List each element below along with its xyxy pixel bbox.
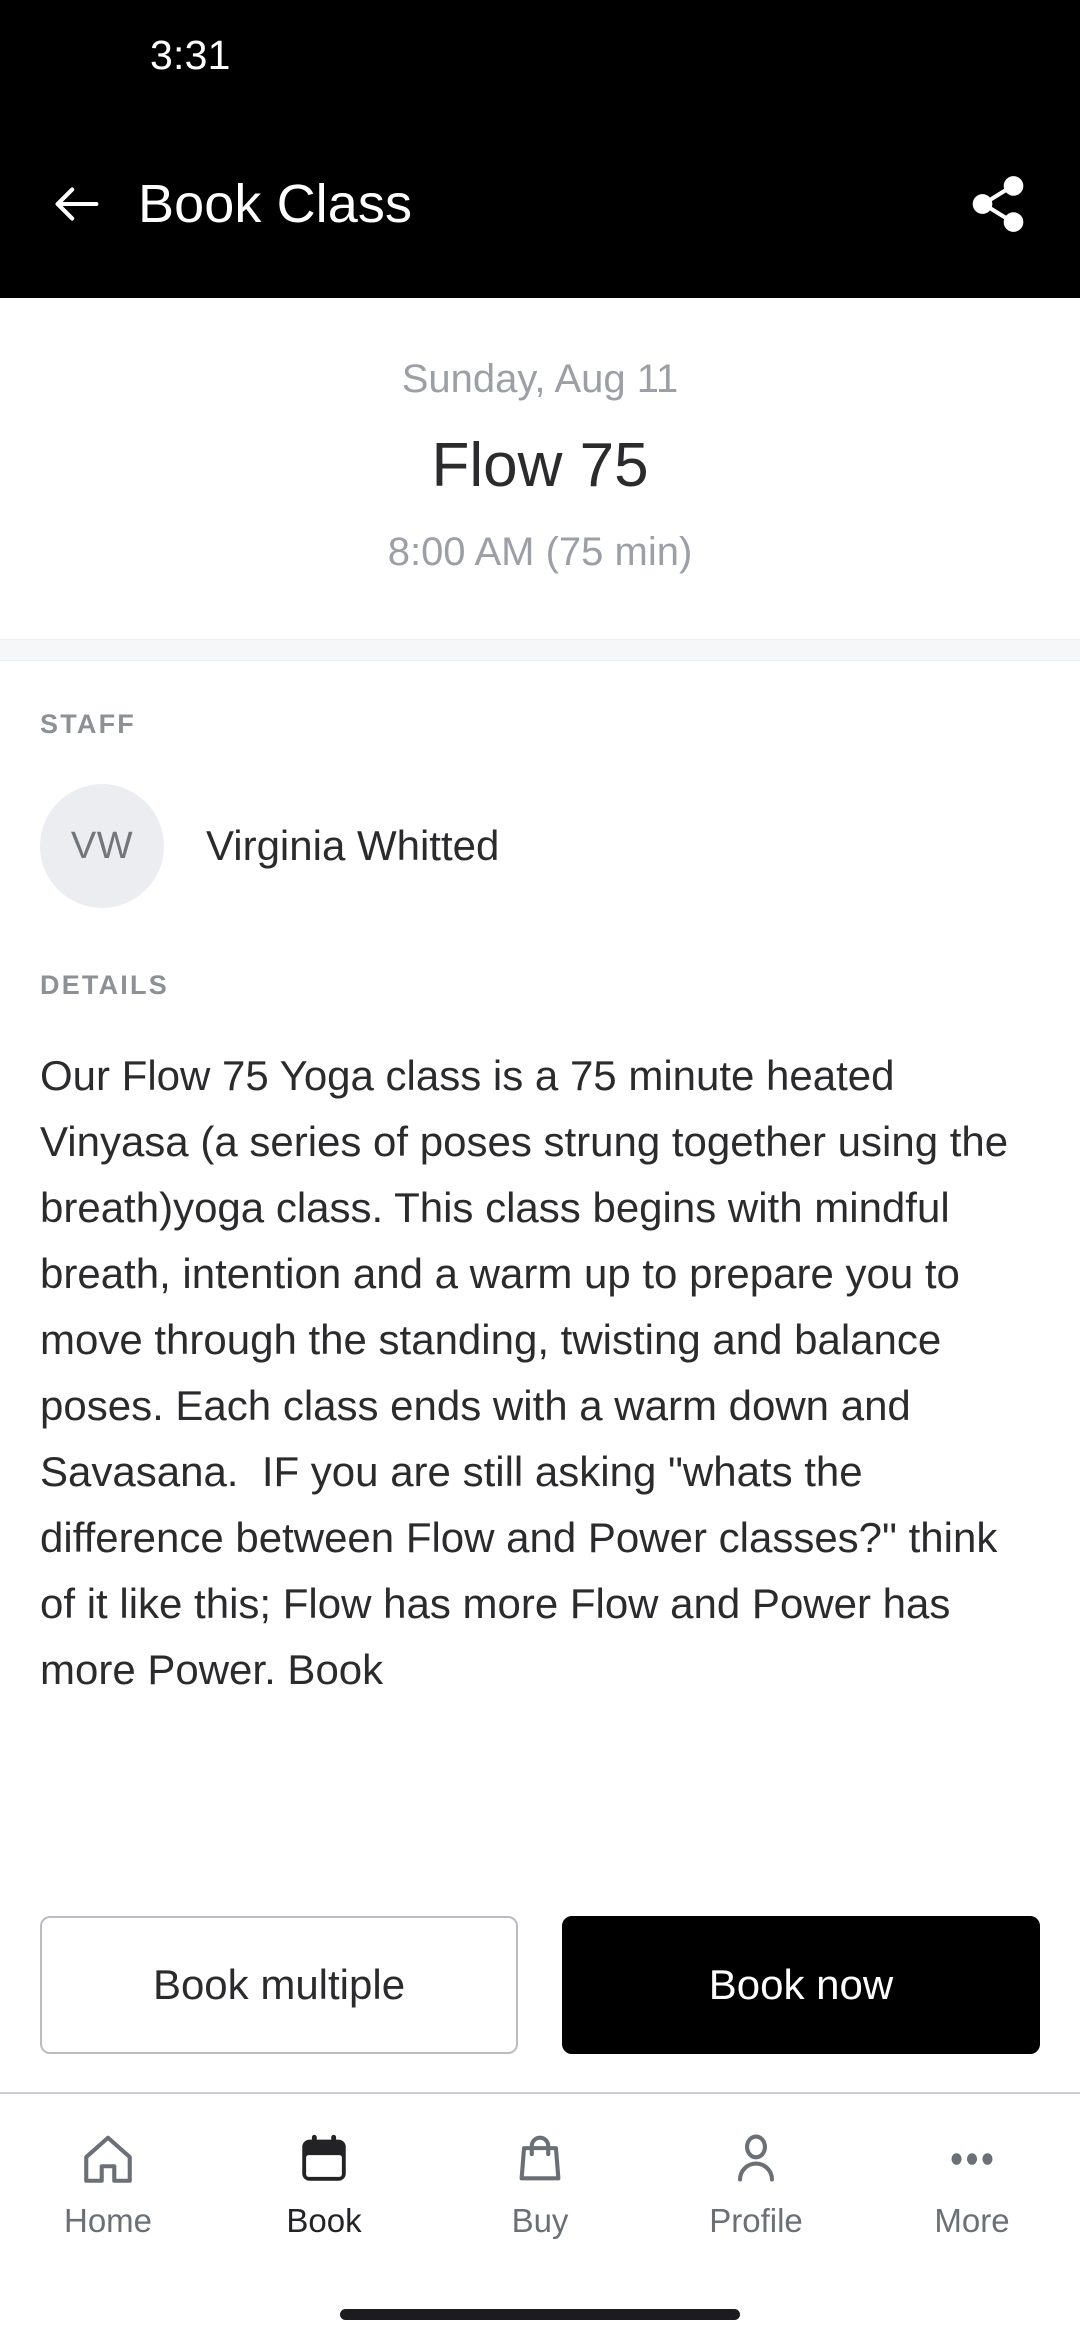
staff-section: STAFF VW Virginia Whitted bbox=[0, 661, 1080, 909]
app-bar: Book Class bbox=[0, 110, 1080, 298]
home-indicator[interactable] bbox=[340, 2308, 740, 2320]
book-now-button[interactable]: Book now bbox=[562, 1916, 1040, 2054]
avatar-initials: VW bbox=[70, 824, 134, 867]
status-bar: 3:31 bbox=[0, 0, 1080, 110]
details-section: DETAILS Our Flow 75 Yoga class is a 75 m… bbox=[0, 908, 1080, 1888]
nav-item-profile[interactable]: Profile bbox=[648, 2128, 864, 2240]
status-bar-clock: 3:31 bbox=[150, 31, 231, 78]
class-date: Sunday, Aug 11 bbox=[401, 357, 679, 401]
back-button[interactable] bbox=[48, 171, 114, 237]
book-multiple-button[interactable]: Book multiple bbox=[40, 1916, 518, 2054]
details-section-label: DETAILS bbox=[40, 970, 169, 1001]
nav-item-home[interactable]: Home bbox=[0, 2128, 216, 2240]
ellipsis-icon bbox=[943, 2128, 1001, 2190]
staff-section-label: STAFF bbox=[40, 709, 136, 740]
class-header: Sunday, Aug 11 Flow 75 8:00 AM (75 min) bbox=[0, 298, 1080, 640]
nav-item-more[interactable]: More bbox=[864, 2128, 1080, 2240]
class-name: Flow 75 bbox=[431, 431, 649, 500]
details-body-text: Our Flow 75 Yoga class is a 75 minute he… bbox=[40, 1052, 1020, 1694]
nav-label-book: Book bbox=[286, 2202, 362, 2239]
gesture-area bbox=[0, 2288, 1080, 2340]
share-icon bbox=[967, 173, 1029, 235]
nav-label-more: More bbox=[934, 2202, 1010, 2239]
staff-name: Virginia Whitted bbox=[206, 822, 500, 870]
share-button[interactable] bbox=[958, 164, 1038, 244]
calendar-icon bbox=[295, 2128, 353, 2190]
main-content: Sunday, Aug 11 Flow 75 8:00 AM (75 min) … bbox=[0, 298, 1080, 1888]
shopping-bag-icon bbox=[511, 2128, 569, 2190]
arrow-left-icon bbox=[48, 175, 106, 233]
nav-label-buy: Buy bbox=[511, 2202, 569, 2239]
nav-label-profile: Profile bbox=[709, 2202, 803, 2239]
section-divider bbox=[0, 639, 1080, 662]
staff-row[interactable]: VW Virginia Whitted bbox=[40, 784, 1040, 909]
action-button-row: Book multiple Book now bbox=[0, 1888, 1080, 2092]
home-icon bbox=[79, 2128, 137, 2190]
avatar: VW bbox=[40, 784, 164, 909]
person-icon bbox=[727, 2128, 785, 2190]
phone-screen: 3:31 Book Class Sunday, Aug 11 Flow 75 8… bbox=[0, 0, 1080, 2340]
nav-item-book[interactable]: Book bbox=[216, 2128, 432, 2240]
bottom-navigation-bar: Home Book Buy Profile More bbox=[0, 2092, 1080, 2288]
nav-item-buy[interactable]: Buy bbox=[432, 2128, 648, 2240]
class-time: 8:00 AM (75 min) bbox=[387, 530, 693, 575]
nav-label-home: Home bbox=[63, 2202, 153, 2239]
page-title: Book Class bbox=[138, 174, 413, 234]
